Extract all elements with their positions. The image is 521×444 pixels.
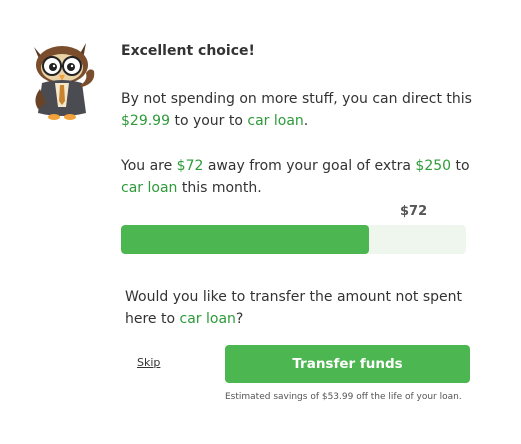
goal-target-link[interactable]: car loan: [121, 180, 177, 196]
transfer-question: Would you like to transfer the amount no…: [125, 286, 465, 330]
progress-label: $72: [400, 204, 428, 219]
remaining-value: $72: [176, 158, 204, 174]
question-text-start: Would you like to transfer the amount no…: [125, 289, 462, 327]
goal-text-end: this month.: [177, 180, 262, 196]
goal-amount-value: $250: [415, 158, 452, 174]
savings-footnote: Estimated savings of $53.99 off the life…: [225, 392, 462, 402]
goal-text-middle: away from your goal of extra: [203, 158, 416, 174]
message-text-end: .: [303, 113, 309, 129]
page-title: Excellent choice!: [121, 43, 255, 59]
message-text: By not spending on more stuff, you can d…: [121, 88, 481, 132]
goal-text: You are $72 away from your goal of extra…: [121, 155, 481, 199]
progress-bar-fill: [121, 225, 370, 254]
question-text-end: ?: [235, 311, 244, 327]
goal-text-to: to: [451, 158, 470, 174]
goal-text-start: You are: [121, 158, 177, 174]
transfer-funds-button[interactable]: Transfer funds: [225, 345, 470, 383]
message-text-start: By not spending on more stuff, you can d…: [121, 91, 472, 107]
owl-mascot-icon: [20, 37, 108, 123]
amount-value: $29.99: [121, 113, 170, 129]
progress-bar: [121, 225, 466, 254]
question-target-link[interactable]: car loan: [180, 311, 236, 327]
target-link[interactable]: car loan: [247, 113, 303, 129]
skip-link[interactable]: Skip: [137, 356, 160, 369]
message-text-middle: to your to: [170, 113, 248, 129]
